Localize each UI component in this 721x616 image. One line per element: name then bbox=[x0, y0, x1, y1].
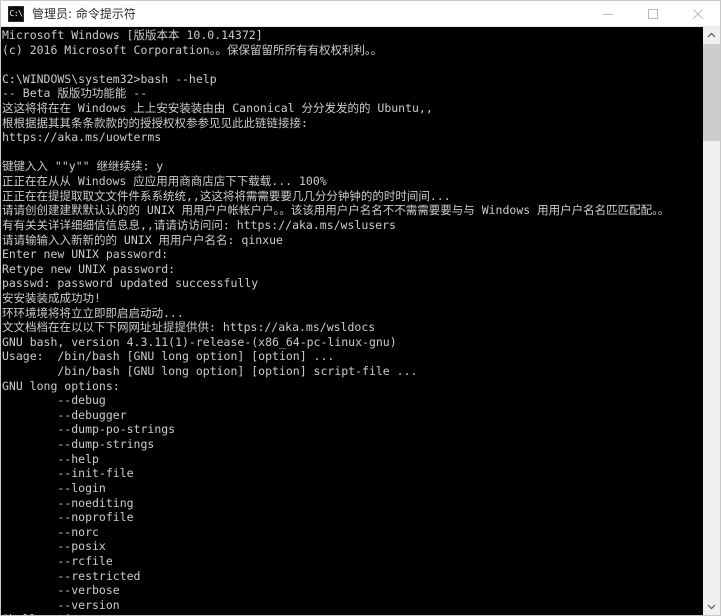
terminal-line: 请请输输入入新新的的 UNIX 用用户户名名: qinxue bbox=[2, 232, 283, 247]
console-icon: C:\ bbox=[8, 5, 24, 22]
maximize-icon bbox=[647, 9, 658, 19]
terminal-line: --init-file bbox=[2, 466, 134, 481]
scroll-up-button[interactable] bbox=[703, 27, 720, 44]
terminal-line: /bin/bash [GNU long option] [option] scr… bbox=[2, 364, 418, 379]
scrollbar-track[interactable] bbox=[703, 44, 720, 598]
terminal-line: --norc bbox=[2, 524, 99, 539]
terminal-line: Microsoft Windows [版版本本 10.0.14372] bbox=[2, 28, 263, 42]
terminal-line: 这这将将在在 Windows 上上安安装装由由 Canonical 分分发发的的… bbox=[2, 101, 433, 116]
vertical-scrollbar[interactable] bbox=[702, 27, 720, 615]
scroll-up-arrow-icon bbox=[707, 32, 716, 38]
terminal-line: -- Beta 版版功功能能 -- bbox=[2, 86, 148, 101]
terminal-line: GNU long options: bbox=[2, 378, 120, 393]
terminal-line: 键键入入 ""y"" 继继续续: y bbox=[2, 159, 164, 174]
terminal-line: --posix bbox=[2, 539, 106, 554]
minimize-icon bbox=[602, 14, 613, 15]
terminal-line: --debug bbox=[2, 393, 106, 408]
terminal-line: 正正在在提提取取文文件件系系统统,,这这将将需需要要几几分分钟钟的的时时间间..… bbox=[2, 188, 451, 203]
maximize-button[interactable] bbox=[630, 1, 675, 27]
terminal-line: C:\WINDOWS\system32>bash --help bbox=[2, 71, 217, 86]
terminal-line: Retype new UNIX password: bbox=[2, 261, 176, 276]
terminal-line: 环环境境将将立立即即启启动动... bbox=[2, 305, 184, 320]
terminal-line: Enter new UNIX password: bbox=[2, 247, 169, 262]
terminal-line: (c) 2016 Microsoft Corporation。。保保留留所所有有… bbox=[2, 42, 383, 57]
terminal-line: Shell options: bbox=[2, 612, 702, 615]
terminal-line: 文文档档在在以以下下网网址址提提供供: https://aka.ms/wsldo… bbox=[2, 320, 376, 335]
terminal-line: GNU bash, version 4.3.11(1)-release-(x86… bbox=[2, 334, 397, 349]
terminal-line: --noediting bbox=[2, 495, 134, 510]
terminal-line: --login bbox=[2, 480, 106, 495]
scrollbar-thumb[interactable] bbox=[703, 44, 720, 141]
scroll-down-arrow-icon bbox=[707, 604, 716, 610]
terminal-line: --debugger bbox=[2, 407, 127, 422]
terminal-line: 根根据据其其条条款款的的授授权权参参见见此此链链接接: bbox=[2, 115, 308, 130]
close-button[interactable] bbox=[675, 1, 720, 27]
terminal-line: --help bbox=[2, 451, 99, 466]
terminal-line: --noprofile bbox=[2, 510, 134, 525]
terminal-line: --rcfile bbox=[2, 553, 113, 568]
close-icon bbox=[692, 9, 703, 19]
terminal-line: --verbose bbox=[2, 583, 120, 598]
window-controls bbox=[585, 1, 720, 27]
terminal-line: --dump-strings bbox=[2, 437, 155, 452]
terminal-line: --restricted bbox=[2, 568, 141, 583]
terminal-line: --dump-po-strings bbox=[2, 422, 176, 437]
terminal-line: 安安装装成成功功! bbox=[2, 290, 101, 305]
terminal-line: 有有关关详详细细信信息息,,请请访访问问: https://aka.ms/wsl… bbox=[2, 217, 396, 232]
console-icon-glyph: C:\ bbox=[9, 8, 23, 18]
console-area: Microsoft Windows [版版本本 10.0.14372] (c) 2… bbox=[1, 27, 720, 615]
terminal-line: 请请创创建建默默认认的的 UNIX 用用户户帐帐户户。。该该用用户户名名不不需需… bbox=[2, 203, 670, 218]
terminal-line: --version bbox=[2, 597, 120, 612]
minimize-button[interactable] bbox=[585, 1, 630, 27]
terminal-line: https://aka.ms/uowterms bbox=[2, 130, 162, 145]
scroll-down-button[interactable] bbox=[703, 598, 720, 615]
terminal-line: passwd: password updated successfully bbox=[2, 276, 259, 291]
terminal-output[interactable]: Microsoft Windows [版版本本 10.0.14372] (c) 2… bbox=[1, 27, 702, 615]
window-title: 管理员: 命令提示符 bbox=[32, 6, 136, 21]
title-bar[interactable]: C:\ 管理员: 命令提示符 bbox=[1, 1, 720, 27]
command-prompt-window: C:\ 管理员: 命令提示符 Microsoft Windows [版版本本 1… bbox=[0, 0, 721, 616]
terminal-line: Usage: /bin/bash [GNU long option] [opti… bbox=[2, 349, 335, 364]
terminal-line: 正正在在从从 Windows 应应用用商商店店下下载载... 100% bbox=[2, 174, 327, 189]
